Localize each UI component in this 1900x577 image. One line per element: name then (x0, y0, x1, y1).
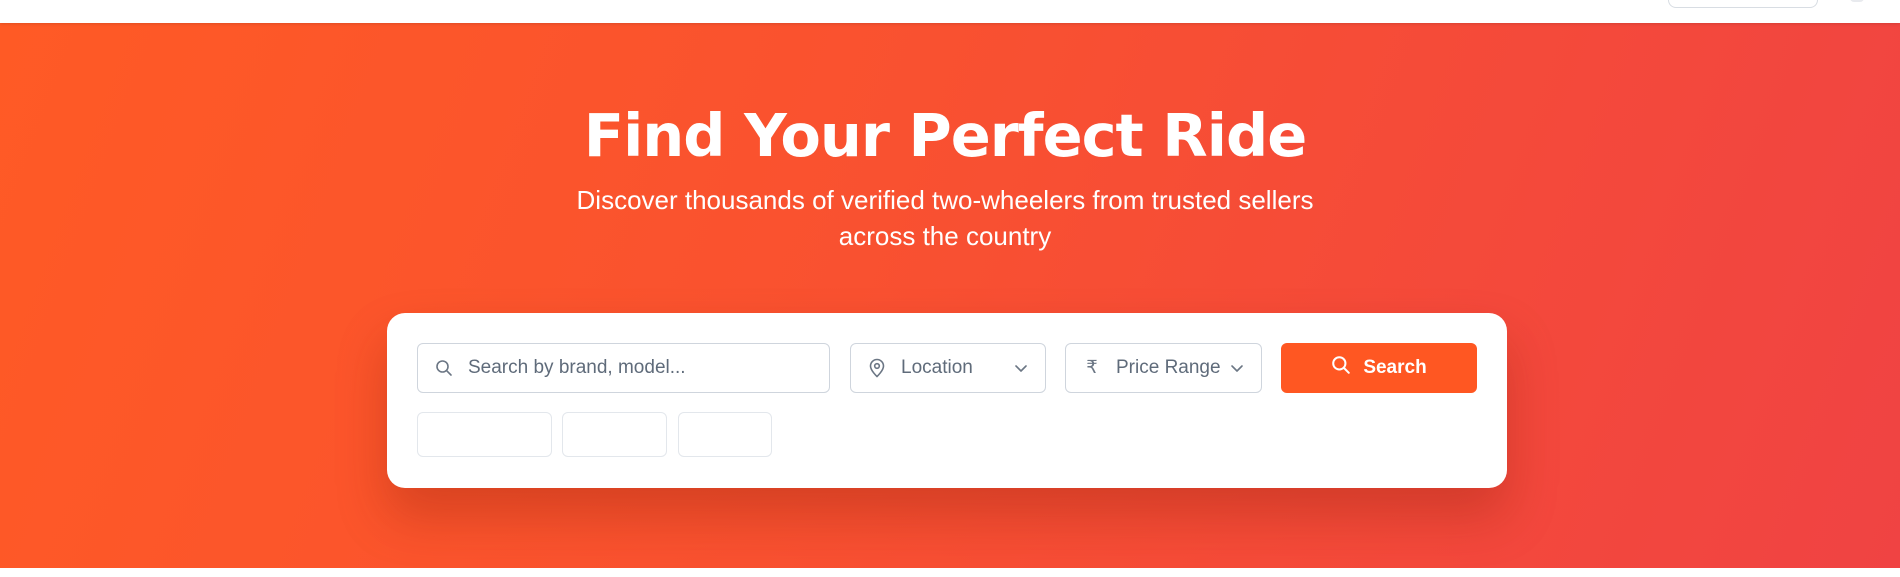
search-button[interactable]: Search (1281, 343, 1477, 393)
navbar-button[interactable] (1668, 0, 1818, 8)
location-select[interactable]: Location (850, 343, 1046, 393)
top-navbar (0, 0, 1900, 23)
search-icon (1331, 355, 1351, 381)
location-label: Location (901, 357, 973, 378)
search-input[interactable]: Search by brand, model... (417, 343, 830, 393)
search-button-label: Search (1363, 357, 1427, 378)
price-range-label: Price Range (1116, 357, 1221, 378)
navbar-menu-icon[interactable] (1850, 0, 1864, 2)
chevron-down-icon (1229, 360, 1245, 376)
hero-title: Find Your Perfect Ride (583, 101, 1307, 170)
hero-subtitle-line1: Discover thousands of verified two-wheel… (576, 185, 1314, 215)
search-icon (434, 358, 454, 378)
quick-filter-chip[interactable] (562, 412, 667, 457)
search-placeholder: Search by brand, model... (468, 357, 686, 378)
quick-filter-chip[interactable] (417, 412, 552, 457)
hero-subtitle: Discover thousands of verified two-wheel… (550, 182, 1340, 254)
search-card: Search by brand, model... Location ₹ Pri… (387, 313, 1507, 488)
chevron-down-icon (1013, 360, 1029, 376)
rupee-icon: ₹ (1086, 357, 1098, 378)
map-pin-icon (867, 358, 887, 378)
hero-subtitle-line2: across the country (838, 221, 1052, 251)
price-range-select[interactable]: ₹ Price Range (1065, 343, 1262, 393)
quick-filter-chip[interactable] (678, 412, 772, 457)
hero-section: Find Your Perfect Ride Discover thousand… (0, 23, 1900, 568)
